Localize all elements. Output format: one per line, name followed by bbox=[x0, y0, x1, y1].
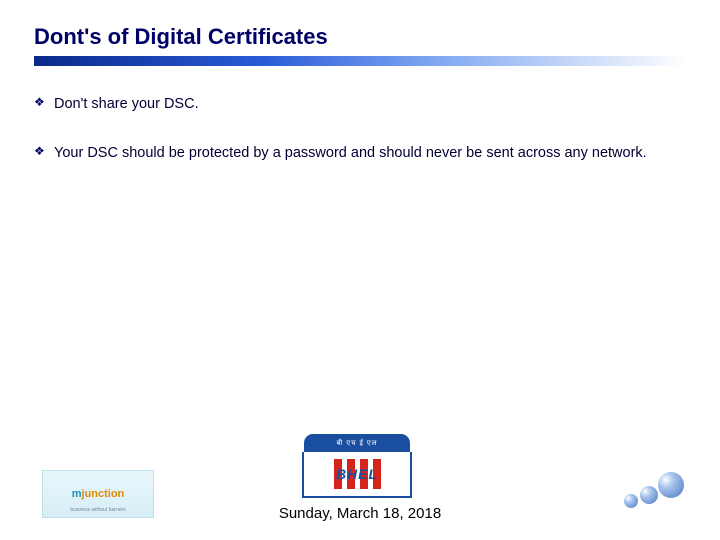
bhel-text: BHEL bbox=[336, 466, 378, 482]
bhel-hindi-text: बी एच ई एल bbox=[304, 434, 410, 452]
footer-date: Sunday, March 18, 2018 bbox=[0, 505, 720, 522]
slide: Dont's of Digital Certificates Don't sha… bbox=[0, 0, 720, 540]
bhel-logo-body: BHEL bbox=[302, 452, 412, 498]
footer: mjunction business without barriers बी ए… bbox=[0, 422, 720, 532]
slide-title: Dont's of Digital Certificates bbox=[34, 24, 686, 50]
mjunction-junction: junction bbox=[82, 488, 125, 500]
title-underline bbox=[34, 56, 686, 66]
bhel-logo: बी एच ई एल BHEL bbox=[304, 434, 410, 498]
bullet-item: Your DSC should be protected by a passwo… bbox=[34, 143, 686, 164]
bullet-item: Don't share your DSC. bbox=[34, 94, 686, 115]
mjunction-m: m bbox=[72, 488, 82, 500]
mjunction-logo-text: mjunction bbox=[72, 488, 125, 500]
bullet-list: Don't share your DSC. Your DSC should be… bbox=[34, 94, 686, 164]
